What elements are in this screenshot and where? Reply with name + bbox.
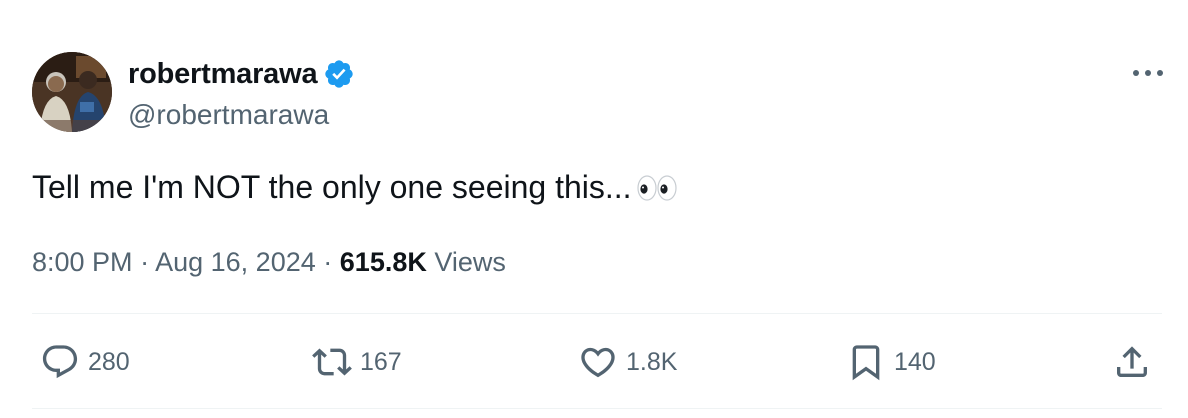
verified-badge-icon bbox=[325, 60, 354, 88]
tweet-text: Tell me I'm NOT the only one seeing this… bbox=[32, 169, 632, 205]
more-dots-icon bbox=[1133, 70, 1163, 76]
bookmark-icon bbox=[852, 345, 880, 381]
bookmark-button[interactable]: 140 bbox=[846, 340, 936, 384]
more-options-button[interactable] bbox=[1128, 60, 1168, 86]
like-button[interactable]: 1.8K bbox=[578, 340, 677, 384]
reply-button[interactable]: 280 bbox=[40, 340, 130, 384]
eyes-emoji-icon bbox=[636, 175, 677, 201]
share-icon bbox=[1117, 346, 1147, 377]
divider bbox=[32, 408, 1162, 409]
like-count: 1.8K bbox=[626, 348, 678, 376]
author-handle[interactable]: @robertmarawa bbox=[128, 98, 329, 132]
meta-separator: · bbox=[140, 247, 150, 277]
meta-separator: · bbox=[323, 247, 333, 277]
retweet-button[interactable]: 167 bbox=[312, 340, 402, 384]
tweet-body: Tell me I'm NOT the only one seeing this… bbox=[32, 166, 678, 208]
tweet-card: robertmarawa @robertmarawa Tell me I'm N… bbox=[0, 0, 1188, 418]
retweet-count: 167 bbox=[360, 348, 402, 376]
avatar[interactable] bbox=[32, 52, 112, 132]
reply-count: 280 bbox=[88, 348, 130, 376]
retweet-icon bbox=[312, 348, 352, 376]
avatar-photo bbox=[32, 52, 112, 132]
author-name-row: robertmarawa bbox=[128, 56, 355, 92]
views-count[interactable]: 615.8K bbox=[340, 247, 427, 277]
share-button[interactable] bbox=[1112, 340, 1152, 384]
reply-icon bbox=[42, 345, 78, 379]
author-display-name[interactable]: robertmarawa bbox=[128, 58, 318, 91]
divider bbox=[32, 313, 1162, 314]
tweet-time[interactable]: 8:00 PM bbox=[32, 247, 133, 277]
views-label[interactable]: Views bbox=[434, 247, 506, 277]
tweet-meta: 8:00 PM · Aug 16, 2024 · 615.8K Views bbox=[32, 244, 506, 280]
heart-icon bbox=[581, 347, 615, 378]
tweet-date[interactable]: Aug 16, 2024 bbox=[155, 247, 316, 277]
bookmark-count: 140 bbox=[894, 348, 936, 376]
